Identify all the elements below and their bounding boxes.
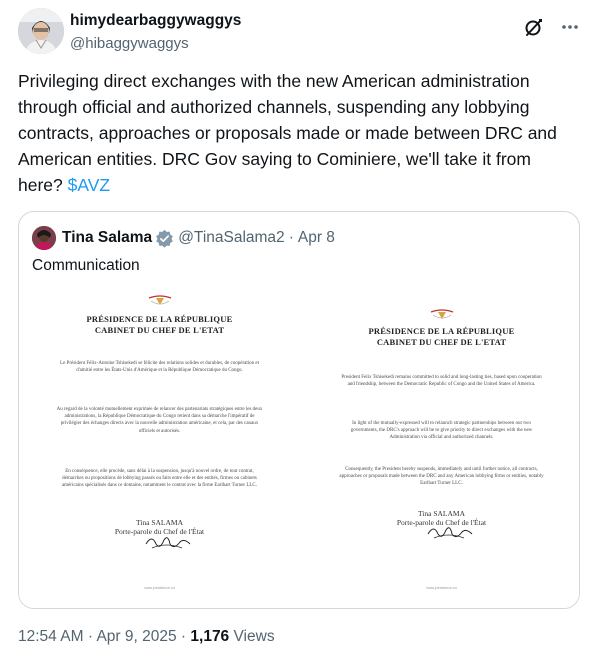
quoted-tweet[interactable]: Tina Salama @TinaSalama2 · Apr 8 Communi… — [18, 211, 580, 609]
coat-of-arms-icon — [148, 295, 171, 305]
document-footer: www.presidence.cd — [426, 586, 457, 590]
signer-name: Tina SALAMA — [417, 509, 466, 518]
quote-handle[interactable]: @TinaSalama2 — [178, 229, 285, 247]
quote-header: Tina Salama @TinaSalama2 · Apr 8 — [32, 225, 335, 251]
verified-badge-icon — [155, 229, 174, 248]
document-image-english[interactable]: PRÉSIDENCE DE LA RÉPUBLIQUE CABINET DU C… — [300, 286, 579, 608]
quote-avatar[interactable] — [32, 226, 56, 250]
tweet-date[interactable]: Apr 9, 2025 — [96, 628, 176, 645]
more-icon[interactable] — [560, 17, 580, 37]
document-images: PRÉSIDENCE DE LA RÉPUBLIQUE CABINET DU C… — [19, 286, 579, 608]
views-count[interactable]: 1,176 — [190, 628, 229, 645]
document-paragraph: President Felix Tshisekedi remains commi… — [341, 375, 542, 388]
tweet-text: Privileging direct exchanges with the ne… — [18, 68, 578, 198]
document-paragraph: En conséquence, elle procède, sans délai… — [61, 469, 258, 489]
document-image-french[interactable]: PRÉSIDENCE DE LA RÉPUBLIQUE CABINET DU C… — [19, 286, 300, 608]
document-title-line2: CABINET DU CHEF DE L'ETAT — [376, 337, 507, 347]
meta-separator: · — [180, 628, 187, 645]
quote-date[interactable]: Apr 8 — [298, 229, 335, 247]
tweet-meta: 12:54 AM · Apr 9, 2025 · 1,176 Views — [18, 628, 275, 646]
signer-name: Tina SALAMA — [135, 518, 184, 527]
document-paragraph: In light of the mutually-expressed will … — [350, 421, 533, 441]
views-label[interactable]: Views — [234, 628, 275, 645]
document-footer: www.presidence.cd — [144, 586, 175, 590]
quote-display-name[interactable]: Tina Salama — [62, 229, 152, 247]
quote-separator: · — [288, 229, 294, 246]
document-paragraph: Au regard de la volonté mutuellement exp… — [56, 407, 263, 434]
document-paragraph: Le Président Félix-Antoine Tshisekedi se… — [60, 361, 259, 374]
meta-separator: · — [87, 628, 93, 645]
avatar[interactable] — [18, 8, 64, 54]
tweet-time[interactable]: 12:54 AM — [18, 628, 84, 645]
document-title-line1: PRÉSIDENCE DE LA RÉPUBLIQUE — [368, 326, 515, 336]
author-handle[interactable]: @hibaggywaggys — [70, 34, 241, 54]
signature-mark — [427, 527, 472, 539]
cashtag-link[interactable]: $AVZ — [68, 175, 110, 195]
author-display-name[interactable]: himydearbaggywaggys — [70, 11, 241, 31]
grok-icon[interactable] — [524, 17, 544, 37]
document-paragraph: Consequently, the President hereby suspe… — [339, 467, 544, 487]
coat-of-arms-icon — [430, 309, 453, 319]
document-title-line2: CABINET DU CHEF DE L'ETAT — [94, 325, 225, 335]
signature-mark — [145, 537, 190, 549]
quote-text: Communication — [32, 257, 140, 274]
document-title-line1: PRÉSIDENCE DE LA RÉPUBLIQUE — [86, 314, 233, 324]
tweet-header: himydearbaggywaggys @hibaggywaggys — [18, 8, 580, 56]
